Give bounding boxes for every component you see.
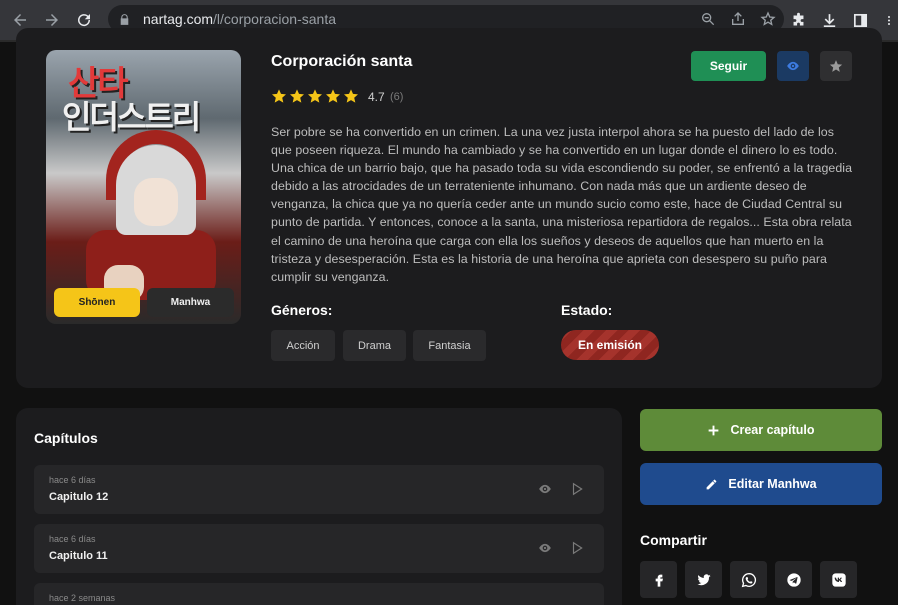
eye-icon — [787, 61, 799, 71]
status-badge: En emisión — [561, 330, 659, 360]
star-icon — [326, 89, 340, 103]
zoom-icon[interactable] — [700, 11, 716, 27]
genre-chip[interactable]: Drama — [343, 330, 406, 361]
share-whatsapp-button[interactable] — [730, 561, 767, 598]
cover-image: 산타 인더스트리 — [46, 50, 241, 324]
cover-title-line2: 인더스트리 — [62, 99, 201, 135]
demographic-tag[interactable]: Shōnen — [54, 288, 140, 317]
eye-icon[interactable] — [538, 541, 552, 555]
edit-manhwa-label: Editar Manhwa — [728, 477, 817, 491]
genre-chip[interactable]: Fantasia — [413, 330, 486, 361]
chapter-row[interactable]: hace 6 días Capitulo 12 — [34, 465, 604, 514]
telegram-icon — [786, 572, 801, 587]
type-tag[interactable]: Manhwa — [147, 288, 234, 317]
page-title: Corporación santa — [271, 53, 413, 70]
share-facebook-button[interactable] — [640, 561, 677, 598]
url-domain: nartag.com — [143, 11, 214, 27]
favorite-button[interactable] — [820, 51, 852, 81]
twitter-icon — [696, 573, 711, 585]
rating-count: (6) — [390, 91, 404, 103]
watch-button[interactable] — [777, 51, 809, 81]
status-label: Estado: — [561, 302, 613, 318]
share-page-icon[interactable] — [730, 11, 746, 27]
genre-chip[interactable]: Acción — [271, 330, 335, 361]
vk-icon — [831, 572, 846, 587]
menu-dots-icon[interactable] — [883, 12, 895, 29]
create-chapter-label: Crear capítulo — [730, 423, 815, 437]
play-icon[interactable] — [570, 481, 584, 497]
chapter-name: Capitulo 12 — [49, 491, 109, 503]
chapters-title: Capítulos — [34, 430, 98, 446]
reload-icon — [78, 14, 91, 27]
eye-icon[interactable] — [538, 482, 552, 496]
url-text: nartag.com/l/corporacion-santa — [143, 11, 336, 27]
arrow-right-icon — [46, 14, 58, 26]
side-panel-icon[interactable] — [852, 12, 869, 29]
play-icon[interactable] — [570, 540, 584, 556]
chapter-time: hace 6 días — [49, 475, 96, 485]
whatsapp-icon — [741, 572, 756, 587]
chapter-name: Capitulo 11 — [49, 550, 108, 562]
star-icon — [829, 60, 843, 72]
genres-label: Géneros: — [271, 302, 333, 318]
rating-value: 4.7 — [368, 90, 385, 104]
bookmark-star-icon[interactable] — [760, 11, 776, 27]
share-twitter-button[interactable] — [685, 561, 722, 598]
extensions-puzzle-icon[interactable] — [790, 12, 807, 29]
cover-figure-face — [134, 178, 178, 226]
chapter-row[interactable]: hace 6 días Capitulo 11 — [34, 524, 604, 573]
star-icon — [308, 89, 322, 103]
url-path: /l/corporacion-santa — [213, 11, 336, 27]
chapter-time: hace 2 semanas — [49, 593, 116, 603]
facebook-icon — [655, 574, 663, 587]
chapter-time: hace 6 días — [49, 534, 96, 544]
star-icon — [344, 89, 358, 103]
pencil-icon — [707, 479, 717, 489]
star-icon — [272, 89, 286, 103]
arrow-left-icon — [14, 14, 26, 26]
follow-button[interactable]: Seguir — [691, 51, 766, 81]
create-chapter-button[interactable]: Crear capítulo — [640, 409, 882, 451]
rating-stars[interactable] — [271, 88, 359, 104]
edit-manhwa-button[interactable]: Editar Manhwa — [640, 463, 882, 505]
chapter-row[interactable]: hace 2 semanas — [34, 583, 604, 605]
star-icon — [290, 89, 304, 103]
lock-icon — [120, 13, 129, 25]
download-icon[interactable] — [821, 12, 838, 29]
share-title: Compartir — [640, 532, 707, 548]
share-vk-button[interactable] — [820, 561, 857, 598]
share-telegram-button[interactable] — [775, 561, 812, 598]
synopsis-text: Ser pobre se ha convertido en un crimen.… — [271, 125, 853, 284]
plus-icon — [709, 425, 719, 435]
